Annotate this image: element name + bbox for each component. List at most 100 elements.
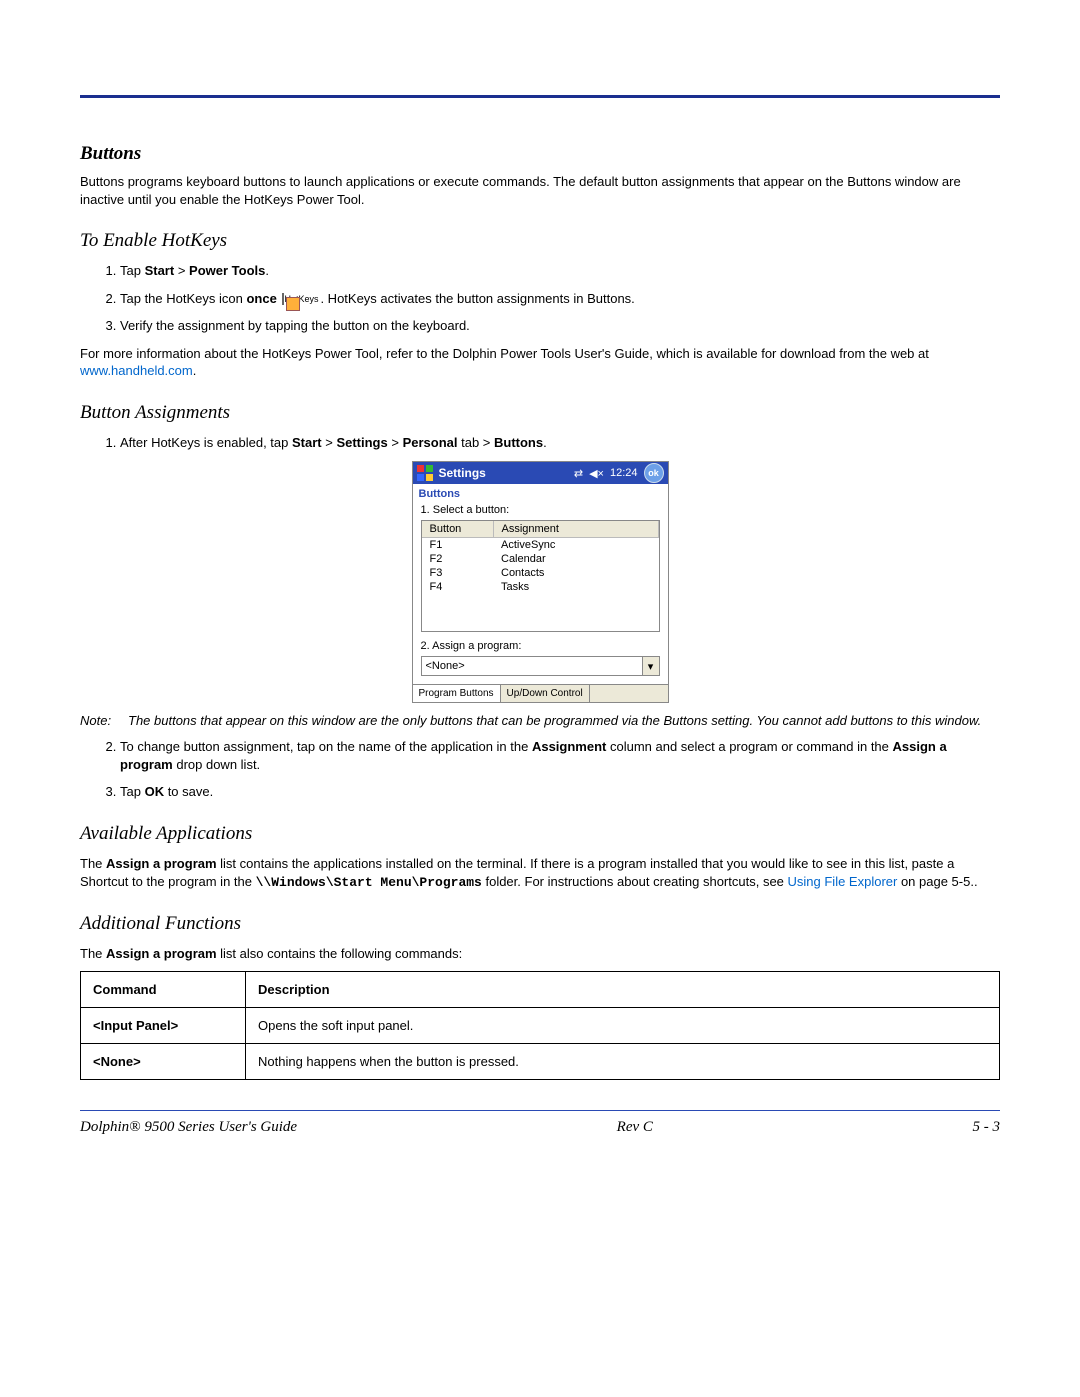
text: drop down list. [173,757,260,772]
page-footer: Dolphin® 9500 Series User's Guide Rev C … [80,1111,1000,1136]
ppc-titlebar: Settings ⇄ ◀× 12:24 ok [413,462,668,484]
bold: once [246,291,276,306]
note: Note: The buttons that appear on this wi… [80,713,1000,728]
file-explorer-link[interactable]: Using File Explorer [788,874,898,889]
text: folder. For instructions about creating … [482,874,788,889]
buttons-settings-screenshot: Settings ⇄ ◀× 12:24 ok Buttons 1. Select… [412,461,669,703]
windows-start-icon [417,465,433,481]
text: The [80,946,106,961]
table-row[interactable]: F1ActiveSync [422,538,659,553]
apps-paragraph: The Assign a program list contains the a… [80,855,1000,891]
text: to save. [164,784,213,799]
ppc-button-list[interactable]: Button Assignment F1ActiveSync F2Calenda… [421,520,660,632]
text: tab > [457,435,494,450]
table-row[interactable]: F2Calendar [422,552,659,566]
footer-right: 5 - 3 [972,1119,1000,1136]
ppc-subtitle: Buttons [413,484,668,502]
text: on page 5-5.. [897,874,977,889]
chevron-down-icon: ▾ [642,657,659,675]
path-text: \\Windows\Start Menu\Programs [256,875,482,890]
cell: Contacts [493,566,658,580]
text: Tap [120,784,145,799]
bold: Assign a program [106,856,217,871]
header-command: Command [81,971,246,1007]
ppc-assign-program-label: 2. Assign a program: [413,638,668,654]
bold: OK [145,784,165,799]
text: column and select a program or command i… [606,739,892,754]
ppc-select-button-label: 1. Select a button: [413,502,668,518]
table-row[interactable]: F4Tasks [422,580,659,594]
table-row: <Input Panel> Opens the soft input panel… [81,1007,1000,1043]
text: After HotKeys is enabled, tap [120,435,292,450]
bold: Assign a program [106,946,217,961]
assign-steps-cont: To change button assignment, tap on the … [80,738,1000,801]
ppc-tray: ⇄ ◀× 12:24 ok [574,463,664,483]
table-row: <None> Nothing happens when the button i… [81,1043,1000,1079]
handheld-link[interactable]: www.handheld.com [80,363,193,378]
header-description: Description [246,971,1000,1007]
text: > [174,263,189,278]
cell: Calendar [493,552,658,566]
tab-updown-control[interactable]: Up/Down Control [501,685,590,702]
dropdown-value: <None> [426,660,465,672]
text: Tap [120,263,145,278]
assign-step-1: After HotKeys is enabled, tap Start > Se… [120,434,1000,452]
footer-left: Dolphin® 9500 Series User's Guide [80,1119,297,1136]
funcs-paragraph: The Assign a program list also contains … [80,945,1000,963]
cell: F1 [422,538,494,553]
enable-steps: Tap Start > Power Tools. Tap the HotKeys… [80,262,1000,335]
tab-program-buttons[interactable]: Program Buttons [413,685,501,702]
bold: Personal [403,435,458,450]
cell: F4 [422,580,494,594]
cell-command: <Input Panel> [81,1007,246,1043]
cell: Tasks [493,580,658,594]
text: Tap the HotKeys icon [120,291,246,306]
bold: Settings [336,435,387,450]
intro-paragraph: Buttons programs keyboard buttons to lau… [80,173,1000,208]
enable-step-2: Tap the HotKeys icon once HotKeys . HotK… [120,290,1000,308]
table-header-row: Command Description [81,971,1000,1007]
heading-buttons: Buttons [80,143,1000,165]
footer-center: Rev C [617,1119,653,1136]
cell-description: Nothing happens when the button is press… [246,1043,1000,1079]
bold: Assignment [532,739,606,754]
connectivity-icon: ⇄ [574,467,583,480]
commands-table: Command Description <Input Panel> Opens … [80,971,1000,1080]
cell-command: <None> [81,1043,246,1079]
hotkeys-icon: HotKeys [282,295,318,304]
text: . [193,363,197,378]
assign-step-2: To change button assignment, tap on the … [120,738,1000,773]
assign-step-3: Tap OK to save. [120,783,1000,801]
assign-steps: After HotKeys is enabled, tap Start > Se… [80,434,1000,452]
text: > [388,435,403,450]
more-info-paragraph: For more information about the HotKeys P… [80,345,1000,380]
assign-program-dropdown[interactable]: <None> ▾ [421,656,660,676]
document-page: Buttons Buttons programs keyboard button… [0,0,1080,1397]
ppc-title: Settings [439,466,574,480]
text: . [543,435,547,450]
speaker-icon: ◀× [589,467,604,480]
ok-button[interactable]: ok [644,463,664,483]
text: The [80,856,106,871]
text: For more information about the HotKeys P… [80,346,929,361]
clock-text: 12:24 [610,467,638,479]
table-row[interactable]: F3Contacts [422,566,659,580]
enable-step-3: Verify the assignment by tapping the but… [120,317,1000,335]
text: > [322,435,337,450]
col-button: Button [422,521,494,538]
heading-additional-functions: Additional Functions [80,913,1000,935]
col-assignment: Assignment [493,521,658,538]
cell: ActiveSync [493,538,658,553]
text: list also contains the following command… [217,946,463,961]
bold: Buttons [494,435,543,450]
text: To change button assignment, tap on the … [120,739,532,754]
heading-enable-hotkeys: To Enable HotKeys [80,230,1000,252]
bold: Start [145,263,175,278]
heading-button-assignments: Button Assignments [80,402,1000,424]
cell: F3 [422,566,494,580]
ppc-tabs: Program Buttons Up/Down Control [413,684,668,702]
note-text: The buttons that appear on this window a… [128,713,1000,728]
cell-description: Opens the soft input panel. [246,1007,1000,1043]
heading-available-apps: Available Applications [80,823,1000,845]
text: . HotKeys activates the button assignmen… [320,291,634,306]
